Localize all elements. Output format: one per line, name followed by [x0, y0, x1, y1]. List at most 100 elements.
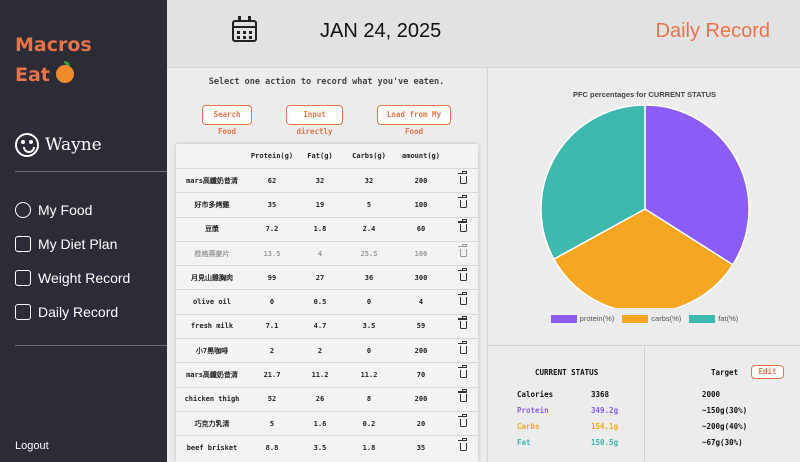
table-row[interactable]: 桂格燕麥片 13.5 4 25.5 100: [176, 240, 478, 265]
status-label: Carbs: [517, 422, 540, 431]
amount-cell: 200: [414, 395, 428, 404]
trash-icon[interactable]: [458, 437, 467, 451]
sidebar-item-weight-record[interactable]: Weight Record: [15, 261, 130, 295]
protein-cell: 5: [269, 419, 275, 428]
calendar-ring: [248, 16, 251, 21]
table-row[interactable]: mars高纖奶昔清 62 32 32 200: [176, 168, 478, 192]
delete-cell: [448, 219, 478, 234]
current-date: JAN 24, 2025: [320, 20, 442, 42]
load-from-my-food-button[interactable]: Load from My Food: [377, 105, 451, 136]
logo-line-1: Macros: [15, 34, 92, 56]
page-title: Daily Record: [655, 20, 770, 42]
fat-cell: 0.5: [313, 298, 327, 307]
sidebar: Macros Eat Wayne My Food My Diet Plan We…: [0, 0, 167, 462]
trash-icon[interactable]: [458, 170, 467, 184]
protein-cell: 52: [267, 395, 277, 404]
record-panel: Select one action to record what you've …: [167, 68, 486, 462]
trash-icon[interactable]: [458, 194, 467, 208]
column-header: Carbs(g): [352, 152, 386, 160]
amount-cell: 100: [414, 200, 428, 209]
food-table: Protein(g) Fat(g) Carbs(g) amount(g) mar…: [176, 144, 478, 462]
trash-icon[interactable]: [458, 413, 467, 427]
input-directly-button[interactable]: Input directly: [286, 105, 343, 136]
sidebar-divider: [15, 345, 167, 346]
status-row: Calories 3368 2000: [488, 390, 800, 406]
amount-cell: 4: [418, 298, 424, 307]
scale-icon: [15, 270, 31, 286]
avatar-icon: [15, 133, 39, 157]
logout-link[interactable]: Logout: [15, 440, 49, 452]
food-name-cell: 小7黑咖啡: [195, 346, 229, 355]
amount-cell: 60: [416, 225, 426, 234]
table-row[interactable]: mars高纖奶昔清 21.7 11.2 11.2 70: [176, 362, 478, 386]
edit-target-button[interactable]: Edit: [751, 365, 784, 379]
trash-icon[interactable]: [458, 243, 467, 257]
search-food-button[interactable]: Search Food: [202, 105, 252, 136]
table-row[interactable]: 月見山雞胸肉 99 27 36 300: [176, 265, 478, 289]
food-name-cell: fresh milk: [190, 322, 234, 331]
sidebar-item-label: Weight Record: [38, 270, 131, 286]
protein-cell: 21.7: [263, 371, 281, 380]
legend-label: fat(%): [718, 314, 739, 323]
delete-cell: [448, 316, 478, 331]
status-panel: CURRENT STATUS Target Edit Calories 3368 2…: [487, 345, 800, 462]
carbs-cell: 5: [366, 200, 372, 209]
protein-cell: 62: [267, 176, 277, 185]
trash-icon[interactable]: [458, 389, 467, 403]
column-header: Protein(g): [250, 152, 294, 160]
amount-cell: 20: [416, 419, 426, 428]
amount-cell: 70: [416, 371, 426, 380]
status-value: 3368: [591, 390, 610, 399]
calendar-icon[interactable]: [232, 16, 257, 42]
carbs-cell: 11.2: [360, 371, 378, 380]
trash-icon[interactable]: [458, 340, 467, 354]
pie-chart: [540, 104, 750, 308]
delete-cell: [448, 292, 478, 307]
fat-cell: 4: [317, 249, 323, 258]
table-row[interactable]: fresh milk 7.1 4.7 3.5 59: [176, 313, 478, 338]
app-logo[interactable]: Macros Eat: [15, 30, 92, 90]
trash-icon[interactable]: [458, 365, 467, 379]
legend-item-carbs[interactable]: carbs(%): [622, 314, 681, 323]
table-row[interactable]: 豆漿 7.2 1.8 2.4 60: [176, 216, 478, 241]
amount-cell: 35: [416, 443, 426, 452]
amount-cell: 200: [414, 346, 428, 355]
table-row[interactable]: olive oil 0 0.5 0 4: [176, 289, 478, 313]
trash-icon[interactable]: [458, 267, 467, 281]
delete-cell: [448, 267, 478, 283]
table-row[interactable]: 小7黑咖啡 2 2 0 200: [176, 338, 478, 362]
delete-cell: [448, 340, 478, 356]
user-profile[interactable]: Wayne: [15, 133, 102, 157]
fat-cell: 27: [315, 273, 325, 282]
legend-swatch: [622, 314, 649, 323]
fat-cell: 1.6: [313, 419, 327, 428]
delete-cell: [448, 365, 478, 380]
protein-cell: 8.8: [265, 443, 279, 452]
sidebar-item-daily-record[interactable]: Daily Record: [15, 295, 130, 329]
table-row[interactable]: chicken thigh 52 26 8 200: [176, 386, 478, 411]
sidebar-item-my-diet-plan[interactable]: My Diet Plan: [15, 227, 130, 261]
trash-icon[interactable]: [458, 316, 467, 330]
table-body: mars高纖奶昔清 62 32 32 200 好市多烤雞 35 19 5 100 豆漿 7.2 1.8 2…: [176, 168, 478, 460]
trash-icon[interactable]: [458, 219, 467, 233]
fat-cell: 4.7: [313, 322, 327, 331]
status-label: Protein: [517, 406, 549, 415]
table-row[interactable]: 巧克力乳清 5 1.6 0.2 20: [176, 410, 478, 435]
chart-legend: protein(%) carbs(%) fat(%): [488, 314, 800, 323]
legend-item-protein[interactable]: protein(%): [550, 314, 614, 323]
table-row[interactable]: beef brisket 8.8 3.5 1.8 35: [176, 435, 478, 459]
amount-cell: 200: [414, 176, 428, 185]
table-row[interactable]: 好市多烤雞 35 19 5 100: [176, 192, 478, 216]
instruction-text: Select one action to record what you've …: [208, 77, 445, 87]
delete-cell: [448, 170, 478, 186]
food-name-cell: 桂格燕麥片: [194, 249, 230, 258]
legend-item-fat[interactable]: fat(%): [689, 314, 738, 323]
trash-icon[interactable]: [458, 292, 467, 306]
status-target: ~67g(30%): [702, 438, 743, 447]
sidebar-item-my-food[interactable]: My Food: [15, 193, 130, 227]
carbs-cell: 25.5: [360, 249, 378, 258]
orange-icon: [55, 61, 74, 83]
column-header: amount(g): [402, 152, 440, 160]
food-name-cell: 巧克力乳清: [194, 419, 230, 428]
fat-cell: 2: [317, 346, 323, 355]
